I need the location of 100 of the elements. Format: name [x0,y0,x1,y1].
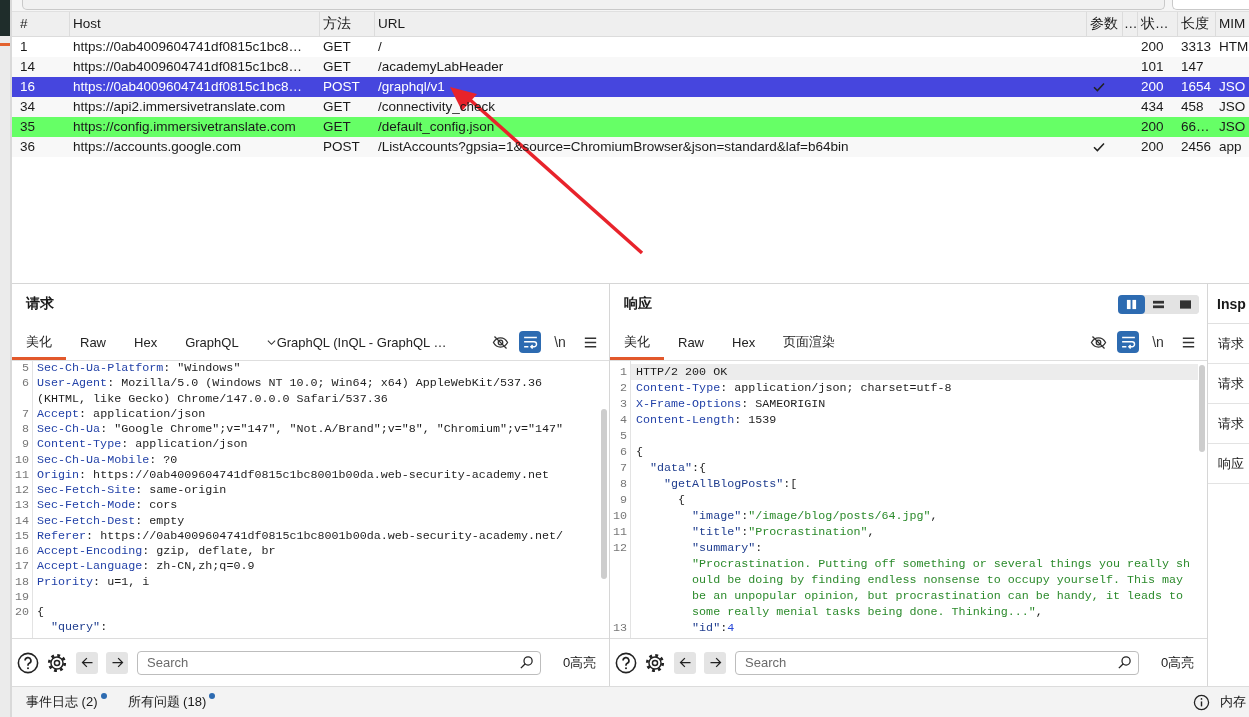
square-icon [1180,298,1191,310]
column-header[interactable]: … [1123,12,1138,36]
settings-icon[interactable] [644,651,666,674]
line-number: 2 [620,381,627,395]
scrollbar[interactable] [1199,365,1205,452]
code-line: Origin: https://0ab4009604741df0815c1bc8001b00da.web-security-academy.net [37,467,549,483]
column-header[interactable]: MIM [1216,12,1249,36]
search-field[interactable]: Search [137,650,541,675]
search-field[interactable]: Search [735,650,1139,675]
table-row[interactable]: 14 https://0ab4009604741df0815c1bc8… GET /academyLabHeader 101 147 [12,57,1249,77]
content-length: 1654 [1181,79,1212,94]
filter-field[interactable] [1172,0,1249,10]
code-line: Content-Length: 1539 [636,412,777,428]
tab[interactable]: Hex [120,324,172,360]
row-number: 1 [20,39,28,54]
code-line: Content-Type: application/json; charset=utf-8 [636,380,952,396]
wrap-toggle[interactable] [1117,331,1139,353]
code-line: Sec-Fetch-Dest: empty [37,513,185,529]
tab[interactable]: 美化 [610,324,664,360]
search-icon [1117,655,1132,670]
wrap-toggle[interactable] [519,331,541,353]
search-icon [519,655,534,670]
forward-button[interactable] [704,651,726,674]
line-number: 19 [14,589,29,604]
column-header[interactable]: 状… [1138,12,1178,36]
eye-slash-icon [491,333,509,351]
forward-button[interactable] [106,651,128,674]
inspector-section[interactable]: 请求 [1208,364,1249,404]
status-code: 200 [1141,119,1164,134]
code-line: Accept-Encoding: gzip, deflate, br [37,544,276,560]
table-row[interactable]: 35 https://config.immersivetranslate.com GET /default_config.json 200 66… JSO [12,117,1249,137]
back-button[interactable] [76,651,98,674]
column-header[interactable]: URL [375,12,1087,36]
line-number: 12 [612,541,627,555]
line-number: 10 [14,452,29,467]
code-line: Content-Type: application/json [37,437,248,453]
host-text: https://0ab4009604741df0815c1bc8… [73,79,302,94]
column-header[interactable]: # [12,12,70,36]
filter-field[interactable] [22,0,1165,10]
line-number: 14 [14,513,29,528]
table-row[interactable]: 16 https://0ab4009604741df0815c1bc8… POST /graphql/v1 200 1654 JSO [12,77,1249,97]
mime-type: JSO [1219,99,1246,114]
method-text: GET [323,59,351,74]
content-length: 3313 [1181,39,1212,54]
code-line: Sec-Ch-Ua-Platform: "Windows" [37,361,241,377]
method-text: GET [323,39,351,54]
line-number: 1 [620,365,627,379]
tab[interactable]: GraphQL (InQL - GraphQL … [252,324,461,360]
line-number: 8 [22,422,29,436]
url-text: /academyLabHeader [378,59,504,74]
status-tab[interactable]: 所有问题 (18) [127,693,216,711]
line-number: 17 [14,559,29,574]
help-icon[interactable] [17,651,39,674]
line-number: 18 [14,574,29,589]
method-text: POST [323,79,360,94]
status-code: 200 [1141,39,1164,54]
inspector-title: Insp [1208,284,1249,324]
info-icon[interactable] [1193,693,1210,711]
method-text: GET [323,99,351,114]
content-length: 147 [1181,59,1204,74]
code-line: HTTP/2 200 OK [636,364,728,380]
panel-title: 请求 [26,295,54,313]
line-number: 4 [620,413,627,427]
code-line: Accept: application/json [37,406,206,422]
code-line: Sec-Ch-Ua: "Google Chrome";v="147", "Not.A/Brand";v="8", "Chromium";v="147" [37,422,564,438]
tab[interactable]: Hex [718,324,770,360]
row-number: 14 [20,59,36,74]
code-line: { [678,492,686,508]
help-icon[interactable] [615,651,637,674]
panel-title: 响应 [624,295,652,313]
status-code: 200 [1141,139,1164,154]
url-text: / [378,39,382,54]
method-text: GET [323,119,351,134]
settings-icon[interactable] [46,651,68,674]
status-tab[interactable]: 事件日志 (2) [26,693,107,711]
newline-toggle[interactable]: \n [1147,331,1169,353]
column-header[interactable]: Host [70,12,320,36]
tab[interactable]: Raw [66,324,120,360]
eye-slash-icon [1089,333,1107,351]
host-text: https://config.immersivetranslate.com [73,119,296,134]
column-header[interactable]: 方法 [320,12,375,36]
tab[interactable]: GraphQL [171,324,253,360]
code-line: X-Frame-Options: SAMEORIGIN [636,396,826,412]
newline-toggle[interactable]: \n [549,331,571,353]
line-number: 20 [14,605,29,619]
back-button[interactable] [674,651,696,674]
layout-button[interactable] [1118,294,1145,314]
content-length: 66… [1181,119,1210,134]
scrollbar[interactable] [601,409,607,579]
column-header[interactable]: 长度 [1178,12,1216,36]
content-length: 458 [1181,99,1204,114]
inspector-section[interactable]: 请求 [1208,404,1249,444]
left-arrow-icon [677,655,693,670]
inspector-section[interactable]: 请求 [1208,324,1249,364]
column-header[interactable]: 参数 [1087,12,1123,36]
tab[interactable]: Raw [664,324,718,360]
code-line: User-Agent: Mozilla/5.0 (Windows NT 10.0; Win64; x64) AppleWebKit/537.36 (KHTML, like Gecko) Chrome/147.0.0.0 Safari/537.36 [37,376,543,407]
highlight-count: 0高亮 [1161,653,1195,672]
tab[interactable]: 页面渲染 [769,324,850,360]
inspector-section[interactable]: 响应 [1208,444,1249,484]
